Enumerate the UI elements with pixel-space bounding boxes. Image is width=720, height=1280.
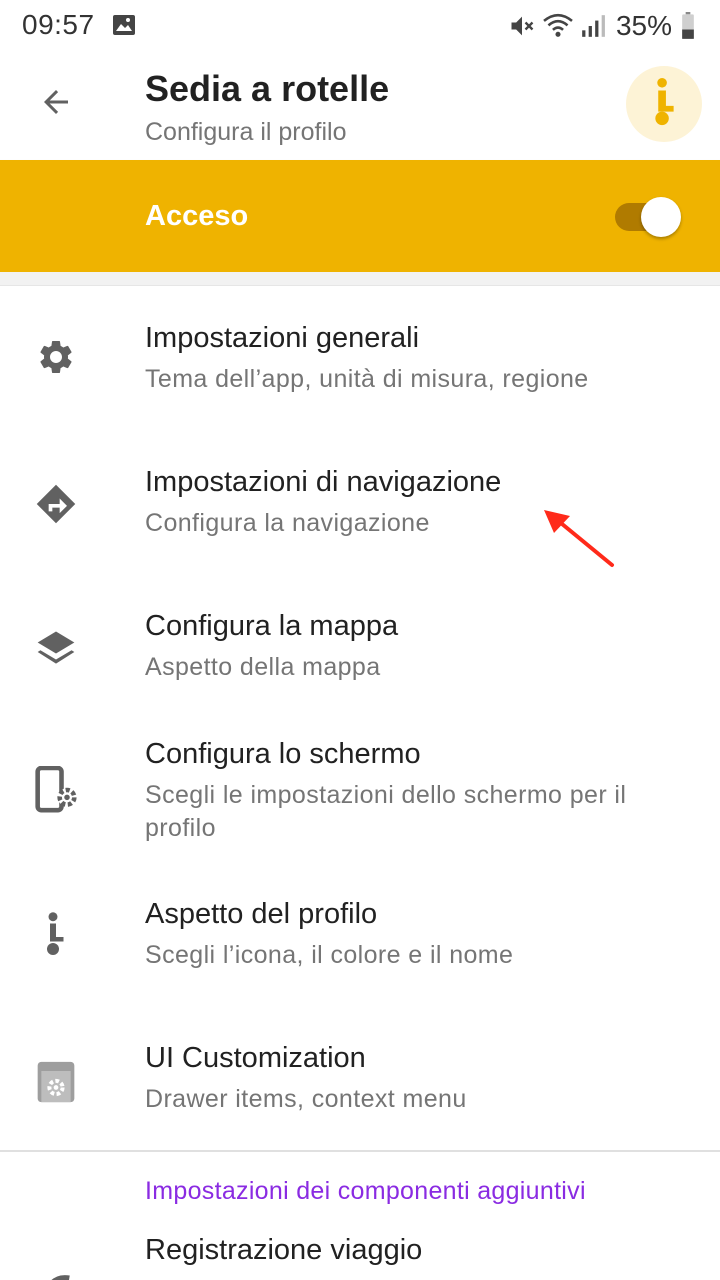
item-title: Configura la mappa (145, 610, 399, 642)
ui-customization-icon (32, 1058, 80, 1106)
settings-item-profile-appearance[interactable]: Aspetto del profilo Scegli l’icona, il c… (0, 876, 720, 1008)
item-title: Aspetto del profilo (145, 898, 378, 930)
item-description: Drawer items, context menu (145, 1085, 467, 1113)
item-title: Configura lo schermo (145, 738, 421, 770)
profile-figure-icon (32, 910, 80, 958)
item-title: Impostazioni di navigazione (145, 466, 502, 498)
item-description: Aspetto della mappa (145, 653, 381, 681)
image-icon (112, 13, 136, 42)
layers-icon (32, 624, 80, 672)
profile-enable-bar[interactable]: Acceso (0, 160, 720, 272)
section-gap (0, 272, 720, 286)
status-icons: 35% (508, 9, 702, 43)
red-arrow-annotation (540, 505, 618, 576)
item-description: Tema dell’app, unità di misura, regione (145, 365, 589, 393)
enable-label: Acceso (145, 200, 249, 232)
item-description: Scegli le impostazioni dello schermo per… (145, 781, 627, 842)
toggle-thumb (641, 197, 681, 237)
status-bar: 09:57 35% (0, 0, 720, 52)
screen-settings-icon (32, 766, 80, 814)
item-title: Impostazioni generali (145, 322, 420, 354)
battery-icon (680, 12, 696, 40)
item-description: Scegli l’icona, il colore e il nome (145, 941, 514, 969)
mute-icon (508, 12, 536, 40)
profile-avatar[interactable] (626, 66, 702, 142)
status-time: 09:57 (22, 9, 95, 40)
gear-icon (32, 333, 80, 381)
battery-percent: 35% (615, 10, 672, 41)
enable-toggle[interactable] (615, 197, 685, 237)
trip-recording-icon (32, 1264, 80, 1280)
navigation-diamond-icon (32, 480, 80, 528)
settings-item-ui-customization[interactable]: UI Customization Drawer items, context m… (0, 1020, 720, 1150)
item-title: UI Customization (145, 1042, 366, 1074)
item-title: Registrazione viaggio (145, 1234, 423, 1266)
page-subtitle: Configura il profilo (145, 118, 347, 146)
settings-item-trip-recording[interactable]: Registrazione viaggio (0, 1228, 720, 1280)
settings-item-map[interactable]: Configura la mappa Aspetto della mappa (0, 588, 720, 720)
plugins-section-header: Impostazioni dei componenti aggiuntivi (145, 1177, 586, 1205)
app-header: Sedia a rotelle Configura il profilo (0, 52, 720, 160)
back-arrow-icon (38, 84, 74, 125)
back-button[interactable] (24, 80, 88, 128)
section-divider (0, 1150, 720, 1152)
settings-item-general[interactable]: Impostazioni generali Tema dell’app, uni… (0, 300, 720, 432)
signal-icon (580, 13, 606, 39)
wifi-icon (542, 12, 574, 40)
settings-item-screen[interactable]: Configura lo schermo Scegli le impostazi… (0, 716, 720, 876)
wheelchair-profile-icon (644, 77, 684, 132)
page-title: Sedia a rotelle (145, 68, 390, 109)
